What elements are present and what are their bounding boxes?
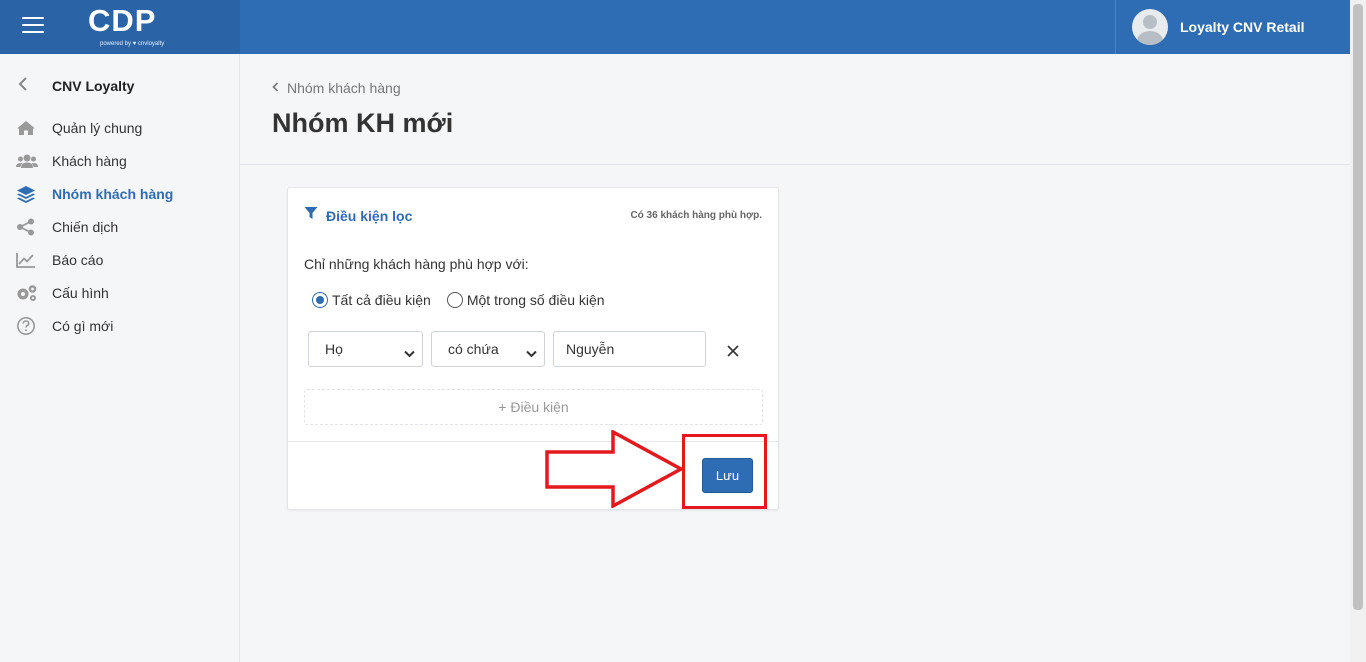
layers-icon: [16, 185, 52, 203]
radio-all-label[interactable]: Tất cả điều kiện: [332, 292, 431, 308]
condition-field-value: Họ: [325, 341, 343, 357]
sidebar-item-label: Nhóm khách hàng: [52, 186, 174, 202]
match-mode-group: Tất cả điều kiện Một trong số điều kiện: [312, 292, 621, 308]
match-description: Chỉ những khách hàng phù hợp với:: [304, 256, 529, 272]
condition-value-input[interactable]: Nguyễn: [553, 331, 706, 367]
chevron-left-icon: [18, 76, 52, 97]
sidebar-item-label: Quản lý chung: [52, 120, 143, 136]
annotation-arrow-icon: [545, 430, 685, 508]
logo-subtext: powered by ♥ cnvloyalty: [100, 41, 165, 47]
radio-any-condition[interactable]: [446, 292, 463, 308]
condition-operator-value: có chứa: [448, 341, 499, 357]
avatar: [1132, 9, 1168, 45]
logo-text: CDP: [88, 3, 157, 38]
sidebar-item-label: Báo cáo: [52, 252, 104, 268]
sidebar-item-chien-dich[interactable]: Chiến dịch: [16, 216, 118, 238]
top-bar: CDP powered by ♥ cnvloyalty Loyalty CNV …: [0, 0, 1366, 54]
sidebar-item-bao-cao[interactable]: Báo cáo: [16, 249, 103, 271]
home-icon: [16, 120, 52, 136]
chart-line-icon: [16, 252, 52, 268]
breadcrumb-label: Nhóm khách hàng: [287, 80, 401, 96]
share-icon: [16, 218, 52, 236]
sidebar-item-khach-hang[interactable]: Khách hàng: [16, 150, 127, 172]
cdp-logo[interactable]: CDP powered by ♥ cnvloyalty: [88, 3, 164, 48]
condition-operator-select[interactable]: có chứa: [431, 331, 545, 367]
chevron-down-icon: [404, 345, 415, 361]
filter-card-heading: Điều kiện lọc: [304, 206, 412, 225]
sidebar-title: CNV Loyalty: [52, 78, 135, 94]
sidebar-item-co-gi-moi[interactable]: Có gì mới: [16, 315, 113, 337]
page-title: Nhóm KH mới: [272, 108, 454, 138]
sidebar-item-nhom-khach-hang[interactable]: Nhóm khách hàng: [16, 183, 173, 205]
user-name: Loyalty CNV Retail: [1180, 19, 1305, 35]
brand-area: CDP powered by ♥ cnvloyalty: [0, 0, 240, 54]
sidebar-item-label: Chiến dịch: [52, 219, 119, 235]
radio-any-label[interactable]: Một trong số điều kiện: [467, 292, 605, 308]
gears-icon: [16, 284, 52, 302]
sidebar-item-label: Có gì mới: [52, 318, 114, 334]
sidebar-item-label: Khách hàng: [52, 153, 127, 169]
remove-condition-close-icon[interactable]: [726, 344, 740, 358]
filter-heading-label: Điều kiện lọc: [326, 207, 413, 224]
radio-all-conditions[interactable]: [312, 292, 328, 308]
sidebar: CNV Loyalty Quản lý chung Khách hàng Nhó…: [0, 54, 240, 662]
user-menu[interactable]: Loyalty CNV Retail: [1115, 0, 1350, 54]
page-scrollbar[interactable]: [1350, 0, 1366, 662]
sidebar-back-link[interactable]: CNV Loyalty: [18, 76, 134, 96]
sidebar-item-cau-hinh[interactable]: Cấu hình: [16, 282, 109, 304]
condition-field-select[interactable]: Họ: [308, 331, 423, 367]
breadcrumb[interactable]: Nhóm khách hàng: [272, 80, 401, 96]
annotation-highlight-box: [682, 434, 767, 509]
chevron-left-icon: [272, 81, 279, 95]
hamburger-menu-icon[interactable]: [22, 17, 44, 35]
sidebar-item-label: Cấu hình: [52, 285, 109, 301]
add-condition-button[interactable]: + Điều kiện: [304, 389, 763, 425]
sidebar-item-quan-ly-chung[interactable]: Quản lý chung: [16, 117, 142, 139]
filter-icon: [304, 206, 318, 225]
users-icon: [16, 153, 52, 169]
scrollbar-thumb[interactable]: [1353, 4, 1363, 610]
condition-value-text: Nguyễn: [566, 341, 615, 357]
chevron-down-icon: [526, 345, 537, 361]
page-header: Nhóm khách hàng Nhóm KH mới: [240, 54, 1350, 165]
match-count: Có 36 khách hàng phù hợp.: [630, 210, 762, 221]
question-circle-icon: [16, 316, 52, 336]
